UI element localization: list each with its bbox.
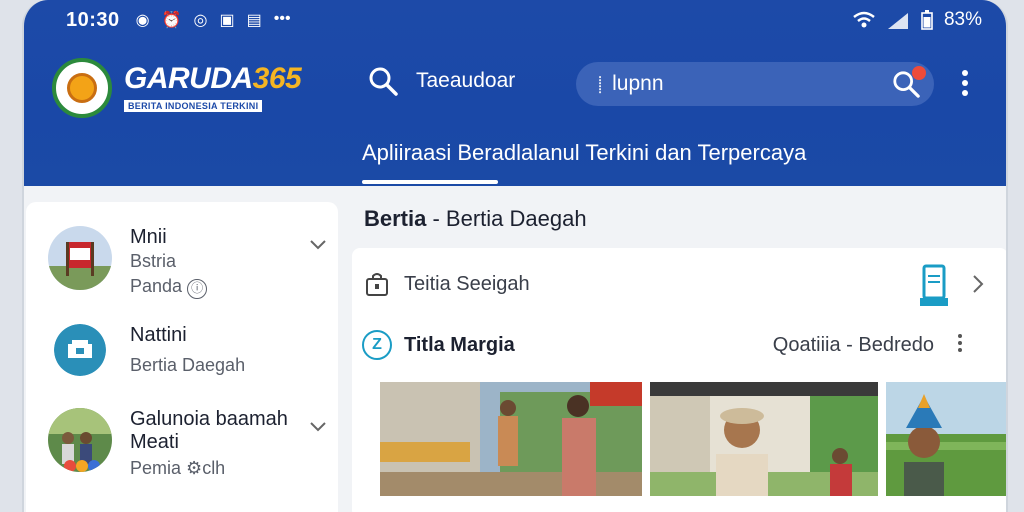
battery-icon xyxy=(921,10,933,30)
app-logo[interactable]: GARUDA365 BERITA INDONESIA TERKINI xyxy=(52,58,302,118)
search-submit-button[interactable] xyxy=(892,66,926,98)
avatar xyxy=(48,408,112,472)
chevron-right-icon[interactable] xyxy=(968,272,988,296)
section-label: Teitia Seeigah xyxy=(404,272,530,295)
search-value: lupnn xyxy=(612,72,664,95)
cursor-icon: ⸽ xyxy=(598,77,603,94)
location-icon: ◉ xyxy=(135,12,150,29)
battery-percent: 83% xyxy=(943,9,982,30)
wifi-icon xyxy=(853,11,875,28)
status-time: 10:30 xyxy=(66,8,120,31)
news-photo-man[interactable] xyxy=(650,382,878,496)
device-icon[interactable] xyxy=(918,264,950,308)
news-photo-farmer[interactable] xyxy=(886,382,1006,496)
sidebar-item-title: Galunoia baamah xyxy=(130,408,288,430)
chevron-down-icon[interactable] xyxy=(308,416,328,436)
sidebar-item-galunoia[interactable]: Galunoia baamah Meati Pemia ⚙clh xyxy=(48,408,328,479)
brand-name: GARUDA365 xyxy=(124,62,302,95)
article-source: Titla Margia xyxy=(404,333,515,356)
system-icons: 83% xyxy=(852,9,982,31)
settings-icon: ⚙ xyxy=(186,458,203,478)
search-shortcut[interactable]: Taeaudoar xyxy=(368,66,515,96)
app-frame: 10:30 ◉ ⏰ ◎ ▣ ▤ ••• 83% GARUDA365 BERITA… xyxy=(22,0,1008,512)
status-bar: 10:30 ◉ ⏰ ◎ ▣ ▤ ••• 83% xyxy=(66,8,982,32)
avatar xyxy=(54,324,106,376)
news-card: Teitia Seeigah Z Titla Margia Qoatiiia -… xyxy=(352,248,1006,512)
alarm-icon: ⏰ xyxy=(161,12,182,29)
notification-dot xyxy=(912,66,926,80)
article-header-row[interactable]: Z Titla Margia Qoatiiia - Bedredo xyxy=(362,328,988,362)
avatar xyxy=(48,226,112,290)
circle-icon: ◎ xyxy=(193,12,208,29)
sidebar-item-title: Nattini xyxy=(130,324,187,346)
sidebar-item-mnii[interactable]: Mnii Bstria Panda ⓘ xyxy=(48,226,328,299)
active-tab-indicator xyxy=(362,180,498,184)
logo-badge-icon xyxy=(52,58,112,118)
app-tagline-tab[interactable]: Apliiraasi Beradlalanul Terkini dan Terp… xyxy=(362,140,806,166)
search-icon xyxy=(369,67,398,96)
main-content: Bertia - Bertia Daegah Teitia Seeigah Z … xyxy=(352,186,1006,512)
sidebar-item-title-line2: Meati xyxy=(130,431,179,453)
sidebar-item-title: Mnii xyxy=(130,226,167,248)
signal-icon xyxy=(887,13,908,29)
brand-tagline: BERITA INDONESIA TERKINI xyxy=(124,100,263,112)
info-icon: ⓘ xyxy=(187,279,208,299)
article-menu-button[interactable] xyxy=(958,334,962,355)
calendar-icon: ▣ xyxy=(219,12,235,29)
photo-strip xyxy=(380,382,1006,496)
app-header: 10:30 ◉ ⏰ ◎ ▣ ▤ ••• 83% GARUDA365 BERITA… xyxy=(24,0,1006,186)
bag-icon xyxy=(366,273,388,296)
search-input[interactable]: ⸽ lupnn xyxy=(576,62,934,106)
search-shortcut-label: Taeaudoar xyxy=(416,69,516,92)
sidebar-item-meta: Panda ⓘ xyxy=(130,276,208,299)
more-icon: ••• xyxy=(273,10,291,27)
news-photo-market[interactable] xyxy=(380,382,642,496)
message-icon: ▤ xyxy=(246,12,262,29)
z-logo-icon: Z xyxy=(362,330,392,360)
article-meta: Qoatiiia - Bedredo xyxy=(772,333,934,356)
sidebar-item-nattini[interactable]: Nattini Bertia Daegah xyxy=(48,324,328,376)
sidebar-item-subtitle: Bertia Daegah xyxy=(130,355,246,375)
sidebar-item-meta: Pemia ⚙clh xyxy=(130,458,226,478)
overflow-menu-button[interactable] xyxy=(962,70,970,100)
chevron-down-icon[interactable] xyxy=(308,234,328,254)
sidebar-item-subtitle: Bstria xyxy=(130,251,177,271)
sidebar: Mnii Bstria Panda ⓘ Nattini Bertia Daega… xyxy=(26,202,338,512)
section-row[interactable]: Teitia Seeigah xyxy=(364,264,990,306)
page-title: Bertia - Bertia Daegah xyxy=(364,206,587,231)
notification-icons: ◉ ⏰ ◎ ▣ ▤ ••• xyxy=(136,10,291,30)
